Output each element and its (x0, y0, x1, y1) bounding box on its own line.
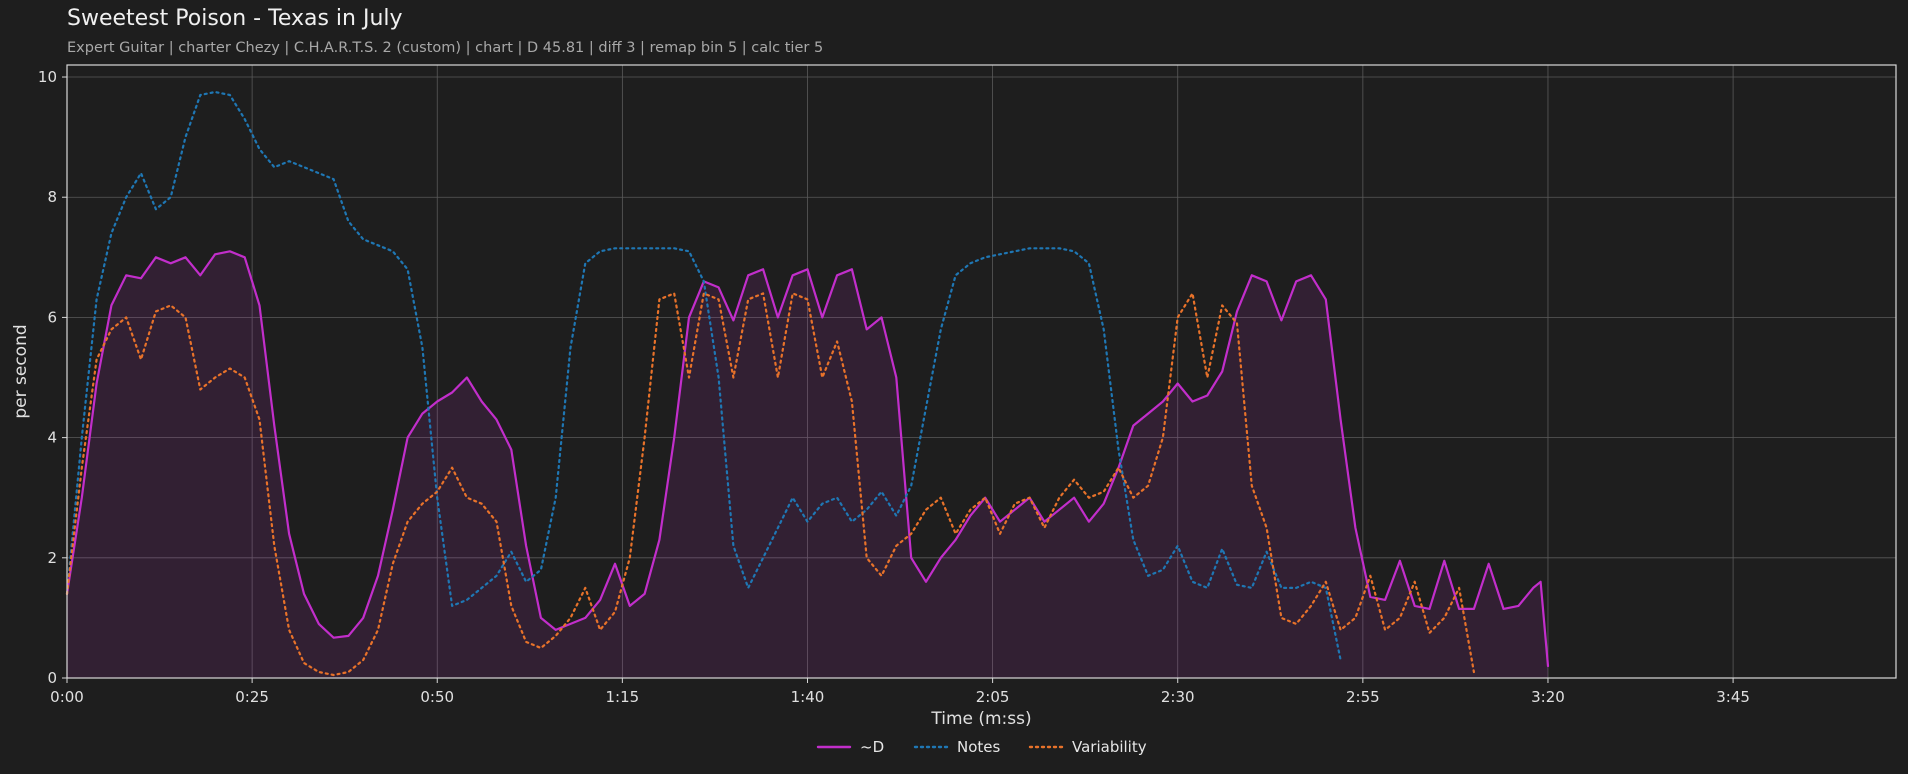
x-tick-label: 3:20 (1531, 688, 1565, 706)
x-axis-label: Time (m:ss) (930, 709, 1031, 729)
x-tick-label: 0:00 (50, 688, 84, 706)
x-tick-label: 2:55 (1346, 688, 1380, 706)
x-tick-label: 0:25 (235, 688, 269, 706)
y-tick-label: 2 (47, 549, 57, 567)
series-fill-area (67, 251, 1548, 679)
y-tick-label: 4 (47, 429, 57, 447)
legend: ~D Notes Variability (816, 738, 1147, 756)
series-fill (67, 251, 1548, 679)
legend-label: Variability (1072, 738, 1147, 756)
y-tick-label: 10 (38, 68, 57, 86)
y-tick-label: 8 (47, 188, 57, 206)
legend-label: Notes (957, 738, 1001, 756)
x-tick-label: 2:30 (1161, 688, 1195, 706)
y-tick-label: 6 (47, 308, 57, 326)
y-tick-label: 0 (47, 669, 57, 687)
x-tick-label: 2:05 (976, 688, 1010, 706)
difficulty-line-chart: 0:00 0:25 0:50 1:15 1:40 2:05 2:30 2:55 3:20 3:45… (11, 64, 1897, 756)
legend-label: ~D (860, 738, 884, 756)
x-tick-label: 3:45 (1716, 688, 1750, 706)
x-tick-label: 1:40 (791, 688, 825, 706)
y-axis-label: per second (11, 324, 31, 418)
x-tick-label: 0:50 (420, 688, 454, 706)
x-tick-label: 1:15 (606, 688, 640, 706)
